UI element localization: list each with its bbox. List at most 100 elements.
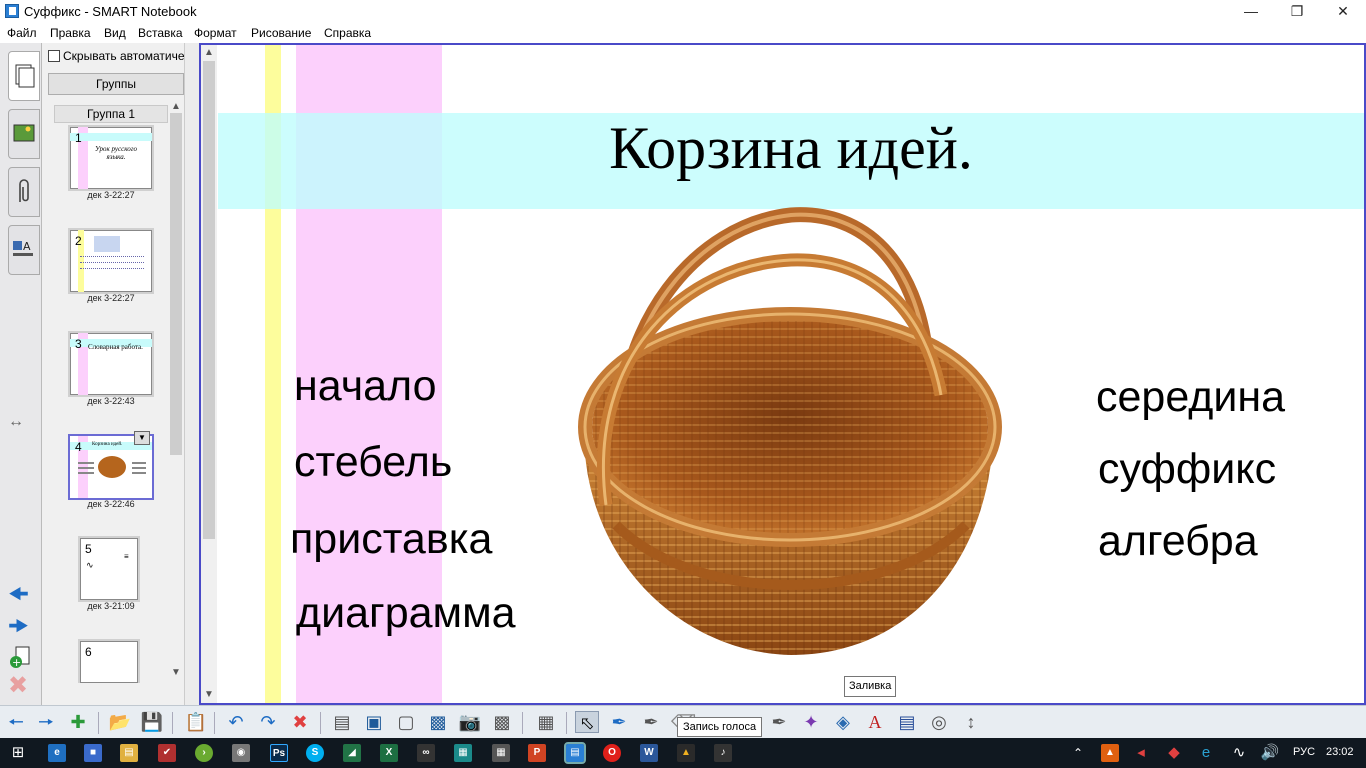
opera-icon[interactable]: O bbox=[603, 744, 621, 762]
paste-icon[interactable]: 📋 bbox=[184, 711, 208, 733]
page-thumbnail-3[interactable]: 3 Словарная работа. bbox=[68, 331, 154, 397]
edge-icon[interactable]: e bbox=[48, 744, 66, 762]
title-bar: Суффикс - SMART Notebook — ❐ ✕ bbox=[0, 0, 1366, 23]
tray-volume-muted-icon[interactable]: ◂ bbox=[1131, 742, 1151, 764]
wicker-basket-image[interactable] bbox=[576, 205, 1002, 660]
menu-insert[interactable]: Вставка bbox=[138, 26, 183, 40]
paperclip-icon bbox=[19, 179, 29, 202]
app-icon[interactable]: ▲ bbox=[677, 744, 695, 762]
autohide-checkbox[interactable]: Скрывать автоматическ bbox=[48, 49, 196, 63]
tray-app-icon[interactable]: ▲ bbox=[1101, 744, 1119, 762]
tab-page-sorter[interactable] bbox=[8, 51, 40, 101]
speaker-icon[interactable]: 🔊 bbox=[1260, 742, 1280, 764]
save-app-icon[interactable]: ■ bbox=[84, 744, 102, 762]
camera-capture-icon[interactable]: 📷 bbox=[458, 711, 482, 733]
file-explorer-icon[interactable]: ▤ bbox=[120, 744, 138, 762]
page-title[interactable]: Корзина идей. bbox=[218, 113, 1364, 183]
transparent-background-icon[interactable]: ▢ bbox=[394, 711, 418, 733]
tray-shield-icon[interactable]: ◆ bbox=[1164, 742, 1184, 764]
delete-icon[interactable]: ✖ bbox=[288, 711, 312, 733]
groups-button[interactable]: Группы bbox=[48, 73, 184, 95]
maximize-button[interactable]: ❐ bbox=[1274, 0, 1320, 23]
close-button[interactable]: ✕ bbox=[1320, 0, 1366, 23]
shape-recognition-pen-icon[interactable]: ✦ bbox=[799, 711, 823, 733]
forward-arrow-icon[interactable]: 🠖 bbox=[34, 711, 58, 733]
resize-handle-icon[interactable]: ↔ bbox=[8, 413, 24, 431]
notebook-page[interactable]: Корзина идей. начало стебель приставка д… bbox=[218, 45, 1364, 703]
sorter-collapse-handle[interactable] bbox=[184, 43, 199, 705]
menu-help[interactable]: Справка bbox=[324, 26, 371, 40]
clock[interactable]: 23:02 bbox=[1326, 746, 1354, 758]
page-thumbnail-6[interactable]: 6 bbox=[78, 639, 140, 683]
save-icon[interactable]: 💾 bbox=[140, 711, 164, 733]
back-arrow-icon[interactable]: 🠔 bbox=[4, 711, 28, 733]
page-date: дек 3-22:43 bbox=[87, 396, 135, 406]
word-icon[interactable]: W bbox=[640, 744, 658, 762]
app-icon[interactable]: ◢ bbox=[343, 744, 361, 762]
page-thumbnail-1[interactable]: 1 Урок русского языка. bbox=[68, 125, 154, 191]
add-page-icon[interactable]: ✚ bbox=[66, 711, 90, 733]
menu-draw[interactable]: Рисование bbox=[251, 26, 311, 40]
left-word[interactable]: начало bbox=[294, 361, 437, 411]
app-green-icon[interactable]: › bbox=[195, 744, 213, 762]
text-icon[interactable]: A bbox=[863, 711, 887, 733]
tray-browser-icon[interactable]: e bbox=[1196, 742, 1216, 764]
tray-expand-icon[interactable]: ⌃ bbox=[1068, 742, 1088, 764]
left-word[interactable]: приставка bbox=[290, 514, 492, 564]
measurement-tools-icon[interactable]: ◎ bbox=[927, 711, 951, 733]
powerpoint-icon[interactable]: P bbox=[528, 744, 546, 762]
app-icon[interactable]: ▦ bbox=[454, 744, 472, 762]
page-thumbnail-5[interactable]: 5 ∿ ≡ bbox=[78, 536, 140, 602]
left-word[interactable]: стебель bbox=[294, 437, 452, 487]
undo-icon[interactable]: ↶ bbox=[224, 711, 248, 733]
open-folder-icon[interactable]: 📂 bbox=[108, 711, 132, 733]
tab-attachments[interactable] bbox=[8, 167, 40, 217]
next-page-icon[interactable]: 🠞 bbox=[8, 609, 29, 650]
right-word[interactable]: середина bbox=[1096, 372, 1285, 422]
media-app-icon[interactable]: ✔ bbox=[158, 744, 176, 762]
redo-icon[interactable]: ↷ bbox=[256, 711, 280, 733]
fill-icon[interactable]: ◈ bbox=[831, 711, 855, 733]
document-camera-icon[interactable]: ▩ bbox=[490, 711, 514, 733]
smart-notebook-taskbar-icon[interactable]: ▤ bbox=[564, 742, 586, 764]
minimize-button[interactable]: — bbox=[1228, 0, 1274, 23]
creative-pen-icon[interactable]: ✒ bbox=[639, 711, 663, 733]
magic-pen-icon[interactable]: ✒ bbox=[767, 711, 791, 733]
camera-app-icon[interactable]: ◉ bbox=[232, 744, 250, 762]
move-toolbar-icon[interactable]: ↕ bbox=[959, 711, 983, 733]
language-indicator[interactable]: РУС bbox=[1293, 746, 1315, 758]
skype-icon[interactable]: S bbox=[306, 744, 324, 762]
full-screen-icon[interactable]: ▣ bbox=[362, 711, 386, 733]
wifi-icon[interactable]: ∿ bbox=[1229, 742, 1249, 764]
add-page-icon[interactable]: + bbox=[8, 645, 32, 669]
right-word[interactable]: суффикс bbox=[1098, 444, 1276, 494]
menu-edit[interactable]: Правка bbox=[50, 26, 91, 40]
tab-gallery[interactable] bbox=[8, 109, 40, 159]
page-menu-dropdown-icon[interactable]: ▼ bbox=[134, 431, 150, 445]
menu-view[interactable]: Вид bbox=[104, 26, 126, 40]
select-pointer-icon[interactable]: ⬁ bbox=[575, 711, 599, 733]
page-thumbnail-2[interactable]: 2 bbox=[68, 228, 154, 294]
menu-file[interactable]: Файл bbox=[7, 26, 37, 40]
sorter-scrollbar[interactable]: ▲ ▼ bbox=[168, 101, 184, 679]
screen-shade-icon[interactable]: ▤ bbox=[330, 711, 354, 733]
tab-properties[interactable]: A bbox=[8, 225, 40, 275]
properties-icon[interactable]: ▤ bbox=[895, 711, 919, 733]
delete-page-icon[interactable]: ✖ bbox=[8, 671, 28, 700]
windows-start-icon[interactable]: ⊞ bbox=[8, 742, 28, 764]
page-scrollbar[interactable]: ▲ ▼ bbox=[201, 45, 217, 703]
menu-bar: Файл Правка Вид Вставка Формат Рисование… bbox=[0, 23, 1366, 43]
right-word[interactable]: алгебра bbox=[1098, 516, 1258, 566]
left-word[interactable]: диаграмма bbox=[296, 588, 516, 638]
thumb-text: Корзина идей. bbox=[92, 442, 123, 447]
excel-icon[interactable]: X bbox=[380, 744, 398, 762]
table-icon[interactable]: ▦ bbox=[534, 711, 558, 733]
pen-icon[interactable]: ✒ bbox=[607, 711, 631, 733]
page-date: дек 3-21:09 bbox=[87, 601, 135, 611]
show-screen-icon[interactable]: ▩ bbox=[426, 711, 450, 733]
app-icon[interactable]: ∞ bbox=[417, 744, 435, 762]
menu-format[interactable]: Формат bbox=[194, 26, 237, 40]
photoshop-icon[interactable]: Ps bbox=[270, 744, 288, 762]
microphone-icon[interactable]: ♪ bbox=[714, 744, 732, 762]
calculator-icon[interactable]: ▦ bbox=[492, 744, 510, 762]
